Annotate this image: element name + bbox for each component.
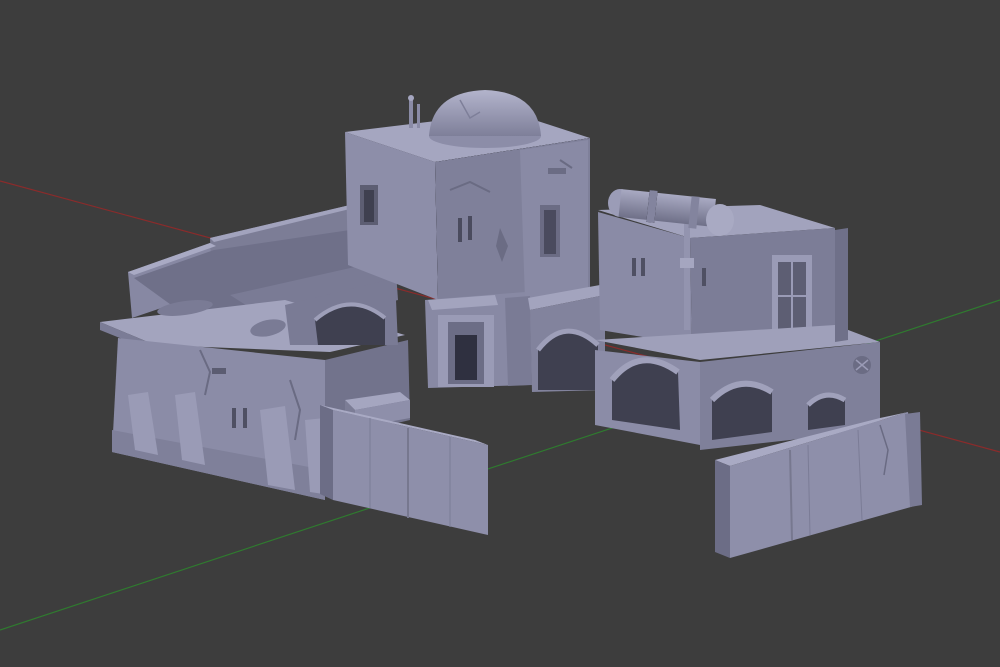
viewport-canvas[interactable] bbox=[0, 0, 1000, 667]
central-entrance bbox=[425, 292, 532, 388]
right-building bbox=[595, 189, 880, 450]
3d-viewport[interactable] bbox=[0, 0, 1000, 667]
arch-bridge bbox=[528, 285, 605, 392]
central-tower bbox=[345, 90, 590, 300]
